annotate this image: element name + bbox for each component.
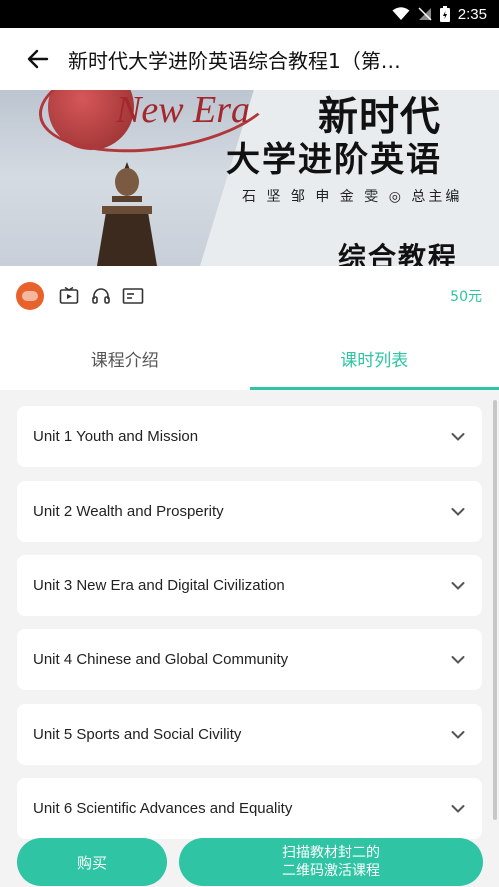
course-cover-image: New Era 新时代 大学进阶英语 石 坚 邹 申 金 雯 ◎ 总主编 综合教… [0,90,499,266]
unit-item[interactable]: Unit 6 Scientific Advances and Equality [17,778,482,839]
headphones-icon [90,285,112,307]
tab-bar: 课程介绍 课时列表 [0,326,499,390]
unit-item[interactable]: Unit 1 Youth and Mission [17,406,482,467]
cover-authors: 石 坚 邹 申 金 雯 ◎ 总主编 [242,189,463,205]
chevron-down-icon[interactable] [438,704,478,765]
unit-title: Unit 6 Scientific Advances and Equality [33,800,293,817]
app-bar: 新时代大学进阶英语综合教程1（第… [0,28,499,90]
back-arrow-icon [27,49,49,69]
tab-lesson-list[interactable]: 课时列表 [249,326,499,390]
course-info-row: 50元 [0,266,499,326]
unit-title: Unit 5 Sports and Social Civility [33,726,242,743]
unit-list[interactable]: Unit 1 Youth and Mission Unit 2 Wealth a… [0,390,499,887]
chevron-down-icon[interactable] [438,778,478,839]
unit-title: Unit 1 Youth and Mission [33,428,199,445]
scan-button-line1: 扫描教材封二的 [282,845,380,861]
scrollbar[interactable] [493,400,497,820]
buy-button[interactable]: 购买 [17,838,167,886]
unit-item[interactable]: Unit 4 Chinese and Global Community [17,629,482,690]
back-button[interactable] [12,28,64,90]
chevron-down-icon[interactable] [438,481,478,542]
battery-icon [439,6,450,22]
wifi-icon [392,7,410,21]
cover-logo-text: New Era [116,90,251,131]
chevron-down-icon[interactable] [438,555,478,616]
signal-icon [418,7,432,21]
unit-item[interactable]: Unit 3 New Era and Digital Civilization [17,555,482,616]
unit-title: Unit 3 New Era and Digital Civilization [33,577,285,594]
course-price: 50元 [450,289,482,305]
video-icon [58,285,80,307]
tab-course-intro[interactable]: 课程介绍 [0,326,250,390]
publisher-logo [16,282,44,310]
unit-item[interactable]: Unit 5 Sports and Social Civility [17,704,482,765]
tower-icon [97,162,157,266]
unit-title: Unit 4 Chinese and Global Community [33,651,289,668]
chevron-down-icon[interactable] [438,629,478,690]
scan-button-line2: 二维码激活课程 [282,863,380,879]
scan-activate-button[interactable]: 扫描教材封二的 二维码激活课程 [179,838,483,886]
status-time: 2:35 [457,5,487,23]
cover-title-line2: 大学进阶英语 [226,140,442,180]
unit-title: Unit 2 Wealth and Prosperity [33,503,224,520]
chevron-down-icon[interactable] [438,406,478,467]
unit-item[interactable]: Unit 2 Wealth and Prosperity [17,481,482,542]
document-icon [122,285,144,307]
page-title: 新时代大学进阶英语综合教程1（第… [68,48,401,73]
status-bar: 2:35 [0,0,499,28]
cover-subtitle: 综合教程 [338,241,459,266]
